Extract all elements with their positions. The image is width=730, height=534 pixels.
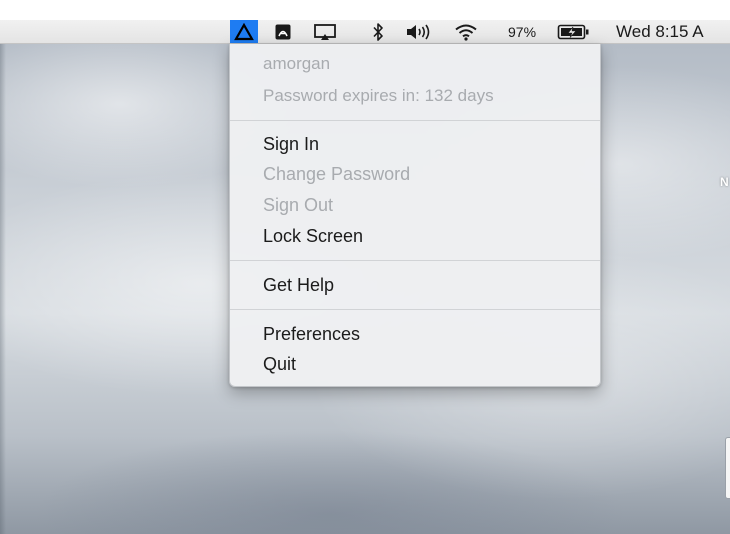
menu-item-change-password: Change Password xyxy=(263,164,411,184)
acrobat-icon[interactable] xyxy=(270,20,296,43)
menu-separator xyxy=(230,120,600,121)
volume-icon[interactable] xyxy=(403,20,437,43)
enterprise-connect-menu: amorgan Password expires in: 132 days Si… xyxy=(229,44,601,387)
menu-item-sign-in[interactable]: Sign In xyxy=(263,132,319,156)
bluetooth-icon[interactable] xyxy=(367,20,389,43)
menu-item-sign-out: Sign Out xyxy=(263,195,334,215)
desktop-edge-shadow xyxy=(0,44,6,534)
menu-separator xyxy=(230,309,600,310)
menubar-clock[interactable]: Wed 8:15 A xyxy=(616,20,704,43)
battery-charging-icon[interactable] xyxy=(556,20,592,43)
partial-window-edge xyxy=(725,437,730,499)
menu-separator xyxy=(230,260,600,261)
menu-username: amorgan xyxy=(263,54,331,73)
desktop-partial-label: N xyxy=(720,175,729,189)
menu-item-lock-screen[interactable]: Lock Screen xyxy=(263,224,363,248)
menu-item-quit[interactable]: Quit xyxy=(263,352,296,376)
airplay-icon[interactable] xyxy=(310,20,340,43)
menu-password-expiry: Password expires in: 132 days xyxy=(263,86,494,105)
menu-item-preferences[interactable]: Preferences xyxy=(263,322,360,346)
menu-bar: 97% Wed 8:15 A xyxy=(0,20,730,44)
battery-percentage: 97% xyxy=(508,23,537,40)
wifi-icon[interactable] xyxy=(452,20,480,43)
enterprise-connect-icon[interactable] xyxy=(230,20,258,43)
menu-item-get-help[interactable]: Get Help xyxy=(263,273,334,297)
cropped-top-strip xyxy=(0,0,730,4)
